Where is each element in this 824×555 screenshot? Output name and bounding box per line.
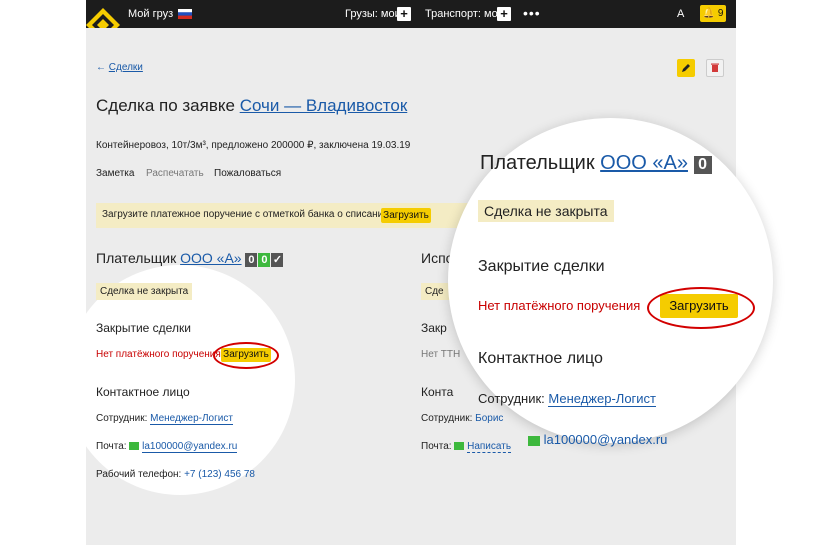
banner-upload-button[interactable]: Загрузить bbox=[381, 208, 431, 223]
check-icon: ✓ bbox=[271, 253, 284, 267]
executor-employee: Сотрудник: Борис bbox=[421, 413, 503, 424]
executor-email: Почта: Написать bbox=[421, 441, 512, 453]
executor-closing-title: Закр bbox=[421, 321, 447, 335]
executor-no-ttn: Нет ТТН bbox=[421, 349, 461, 360]
edit-button[interactable] bbox=[677, 59, 695, 77]
notifications-button[interactable]: 🔔 9 bbox=[700, 5, 726, 22]
zoom-employee: Сотрудник: Менеджер-Логист bbox=[478, 391, 657, 407]
add-transport-button[interactable]: + bbox=[497, 7, 511, 21]
executor-email-label: Почта: bbox=[421, 441, 452, 452]
payer-score: 0 0 ✓ bbox=[245, 250, 284, 267]
add-cargo-button[interactable]: + bbox=[397, 7, 411, 21]
route-link[interactable]: Сочи — Владивосток bbox=[240, 96, 408, 115]
zoom-email: la100000@yandex.ru bbox=[528, 432, 667, 447]
payer-phone: Рабочий телефон: +7 (123) 456 78 bbox=[96, 469, 255, 480]
note-action[interactable]: Заметка bbox=[96, 168, 134, 179]
delete-button[interactable] bbox=[706, 59, 724, 77]
payer-no-payment: Нет платёжного поручения bbox=[96, 349, 221, 360]
banner-text: Загрузите платежное поручение с отметкой… bbox=[102, 209, 389, 220]
trash-icon bbox=[711, 63, 719, 72]
zoom-contact-title: Контактное лицо bbox=[478, 350, 603, 367]
executor-employee-link[interactable]: Борис bbox=[475, 413, 503, 424]
zoom-no-payment: Нет платёжного поручения bbox=[478, 298, 641, 313]
pencil-icon bbox=[682, 64, 690, 72]
highlight-ring-large bbox=[647, 287, 755, 329]
score-neutral: 0 bbox=[245, 253, 258, 267]
payer-phone-label: Рабочий телефон: bbox=[96, 469, 182, 480]
cargo-menu[interactable]: Грузы: мои bbox=[345, 8, 401, 20]
user-initial[interactable]: А bbox=[677, 8, 684, 20]
zoom-score: 0 bbox=[693, 156, 712, 174]
executor-write-link[interactable]: Написать bbox=[467, 441, 512, 453]
print-action[interactable]: Распечатать bbox=[146, 168, 204, 179]
zoom-closing-title: Закрытие сделки bbox=[478, 258, 605, 275]
zoom-employee-link[interactable]: Менеджер-Логист bbox=[548, 391, 657, 407]
mail-icon bbox=[454, 442, 465, 451]
more-menu-icon[interactable]: ••• bbox=[523, 5, 541, 21]
payer-employee: Сотрудник: Менеджер-Логист bbox=[96, 413, 233, 425]
payer-company-link[interactable]: ООО «А» bbox=[180, 250, 241, 266]
payer-label: Плательщик bbox=[96, 250, 177, 266]
deal-meta: Контейнеровоз, 10т/3м³, предложено 20000… bbox=[96, 140, 411, 151]
payer-email-link[interactable]: la100000@yandex.ru bbox=[142, 441, 238, 453]
zoom-payer-heading: Плательщик ООО «А» 0 bbox=[480, 152, 712, 175]
payer-employee-label: Сотрудник: bbox=[96, 413, 148, 424]
zoom-payer-company-link[interactable]: ООО «А» bbox=[600, 152, 688, 174]
zoom-email-link[interactable]: la100000@yandex.ru bbox=[544, 432, 668, 447]
executor-employee-label: Сотрудник: bbox=[421, 413, 473, 424]
mail-icon bbox=[129, 442, 140, 451]
highlight-ring-small bbox=[213, 342, 279, 369]
payer-email: Почта: la100000@yandex.ru bbox=[96, 441, 238, 453]
bell-icon: 🔔 bbox=[702, 8, 716, 19]
my-cargo-link[interactable]: Мой груз bbox=[128, 8, 173, 20]
payer-phone-link[interactable]: +7 (123) 456 78 bbox=[184, 469, 255, 480]
executor-contact-title: Конта bbox=[421, 385, 454, 399]
payer-email-label: Почта: bbox=[96, 441, 127, 452]
zoom-status: Сделка не закрыта bbox=[478, 200, 614, 222]
russia-flag-icon bbox=[178, 9, 192, 19]
payer-employee-link[interactable]: Менеджер-Логист bbox=[150, 413, 233, 425]
back-arrow-icon: ← bbox=[96, 62, 106, 73]
payer-status: Сделка не закрыта bbox=[96, 283, 193, 300]
transport-menu[interactable]: Транспорт: мой bbox=[425, 8, 504, 20]
zoom-employee-label: Сотрудник: bbox=[478, 391, 545, 406]
payer-heading: Плательщик ООО «А» 0 0 ✓ bbox=[96, 250, 284, 267]
back-link-label: Сделки bbox=[108, 62, 143, 73]
payer-contact-title: Контактное лицо bbox=[96, 385, 190, 399]
page-title: Сделка по заявке Сочи — Владивосток bbox=[96, 96, 407, 116]
back-link[interactable]: ← Сделки bbox=[96, 62, 143, 73]
mail-icon bbox=[528, 435, 540, 446]
payer-closing-title: Закрытие сделки bbox=[96, 321, 191, 335]
zoom-payer-label: Плательщик bbox=[480, 152, 595, 174]
complain-action[interactable]: Пожаловаться bbox=[214, 168, 281, 179]
score-positive: 0 bbox=[258, 253, 271, 267]
page-title-prefix: Сделка по заявке bbox=[96, 96, 235, 115]
notifications-count: 9 bbox=[717, 8, 724, 19]
